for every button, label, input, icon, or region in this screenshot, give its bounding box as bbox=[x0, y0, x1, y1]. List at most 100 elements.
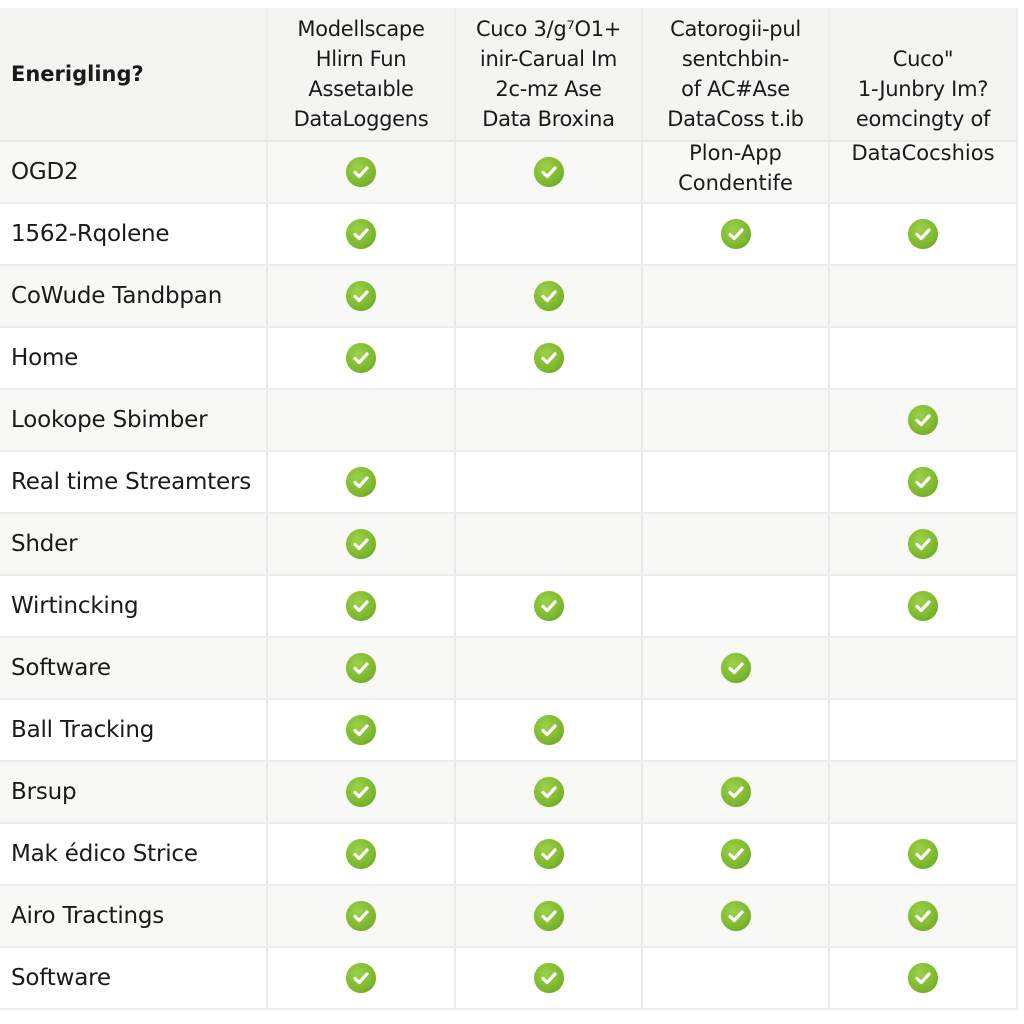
header-cell-col1: Modellscape Hlirn Fun Assetaıble DataLoggen… bbox=[268, 8, 456, 140]
check-cell bbox=[830, 638, 1018, 698]
table-row: Wirtincking bbox=[0, 576, 1018, 638]
header-line: inir-Carual Im bbox=[479, 47, 618, 71]
check-circle-icon bbox=[533, 963, 564, 993]
header-line: Condentife bbox=[678, 171, 793, 195]
check-cell bbox=[268, 390, 456, 450]
check-cell bbox=[830, 452, 1018, 512]
header-line: DataLoggens bbox=[293, 107, 429, 131]
check-cell bbox=[268, 762, 456, 822]
check-cell bbox=[830, 514, 1018, 574]
row-label-cell: Software bbox=[0, 948, 268, 1008]
table-row: Software bbox=[0, 638, 1018, 700]
check-circle-icon bbox=[720, 777, 751, 807]
row-label: Ball Tracking bbox=[11, 717, 155, 743]
check-cell bbox=[643, 390, 830, 450]
row-label: Software bbox=[11, 655, 111, 681]
check-circle-icon bbox=[346, 963, 376, 993]
check-circle-icon bbox=[533, 777, 564, 807]
check-cell bbox=[830, 886, 1018, 946]
check-cell bbox=[830, 948, 1018, 1008]
table-row: Shder bbox=[0, 514, 1018, 576]
check-circle-icon bbox=[908, 963, 938, 993]
check-cell bbox=[643, 266, 830, 326]
check-cell bbox=[643, 948, 830, 1008]
check-circle-icon bbox=[533, 281, 564, 311]
table-row: Airo Tractings bbox=[0, 886, 1018, 948]
row-label: Mak édico Strice bbox=[11, 841, 198, 867]
header-line: Modellscape bbox=[297, 17, 425, 41]
row-label: Software bbox=[11, 965, 111, 991]
header-col2-label: Cuco 3/g⁷O1+ inir-Carual Im 2c-mz Ase Data … bbox=[476, 14, 621, 134]
check-circle-icon bbox=[908, 529, 938, 559]
check-cell bbox=[830, 204, 1018, 264]
check-circle-icon bbox=[908, 591, 938, 621]
check-cell bbox=[268, 204, 456, 264]
row-label-cell: Home bbox=[0, 328, 268, 388]
header-line: eomcingty of bbox=[855, 107, 991, 131]
check-cell bbox=[268, 576, 456, 636]
check-cell bbox=[456, 204, 643, 264]
check-cell bbox=[268, 824, 456, 884]
check-cell bbox=[268, 452, 456, 512]
header-col4-overflow: DataCocshios bbox=[851, 141, 995, 165]
check-circle-icon bbox=[346, 901, 376, 931]
header-line: Plon-App bbox=[689, 141, 782, 165]
table-row: 1562-Rqolene bbox=[0, 204, 1018, 266]
check-cell bbox=[643, 576, 830, 636]
table-row: Home bbox=[0, 328, 1018, 390]
header-col4-label: Cuco" 1-Junbry Im? eomcingty of bbox=[855, 44, 991, 134]
check-circle-icon bbox=[346, 529, 376, 559]
check-circle-icon bbox=[346, 591, 376, 621]
check-cell bbox=[830, 266, 1018, 326]
row-label-cell: Brsup bbox=[0, 762, 268, 822]
table-row: Software bbox=[0, 948, 1018, 1010]
table-row: Lookope Sbimber bbox=[0, 390, 1018, 452]
table-row: CoWude Tandbpan bbox=[0, 266, 1018, 328]
header-col3-overflow: Plon-App Condentife bbox=[643, 138, 828, 198]
check-cell bbox=[830, 390, 1018, 450]
check-cell bbox=[830, 576, 1018, 636]
check-cell bbox=[456, 700, 643, 760]
check-cell bbox=[268, 638, 456, 698]
check-cell bbox=[643, 514, 830, 574]
row-label: 1562-Rqolene bbox=[11, 221, 170, 247]
check-circle-icon bbox=[720, 653, 751, 683]
check-cell bbox=[268, 948, 456, 1008]
check-cell bbox=[268, 886, 456, 946]
check-circle-icon bbox=[533, 839, 564, 869]
header-line: Catorogii-pul bbox=[670, 17, 801, 41]
row-label-cell: Lookope Sbimber bbox=[0, 390, 268, 450]
table-row: Brsup bbox=[0, 762, 1018, 824]
row-label-cell: CoWude Tandbpan bbox=[0, 266, 268, 326]
check-circle-icon bbox=[346, 467, 376, 497]
check-circle-icon bbox=[346, 281, 376, 311]
header-col3-label: Catorogii-pul sentchbin-of AC#Ase DataCoss… bbox=[667, 14, 804, 134]
check-circle-icon bbox=[346, 839, 376, 869]
check-cell bbox=[268, 328, 456, 388]
check-circle-icon bbox=[346, 157, 376, 187]
check-circle-icon bbox=[346, 715, 376, 745]
header-line: sentchbin- bbox=[681, 47, 790, 71]
check-circle-icon bbox=[346, 653, 376, 683]
check-cell bbox=[456, 390, 643, 450]
row-label: Shder bbox=[11, 531, 78, 557]
header-line: Hlirn Fun bbox=[315, 47, 407, 71]
check-cell bbox=[643, 824, 830, 884]
check-circle-icon bbox=[720, 219, 751, 249]
check-cell bbox=[643, 762, 830, 822]
header-line: 1-Junbry Im? bbox=[857, 77, 989, 101]
check-cell bbox=[830, 328, 1018, 388]
check-cell bbox=[643, 638, 830, 698]
check-cell bbox=[456, 328, 643, 388]
table-body: OGD2 Plon-App Condentife DataCocshios 1562-R… bbox=[0, 141, 1018, 1010]
header-cell-col4: Cuco" 1-Junbry Im? eomcingty of bbox=[830, 8, 1018, 140]
check-circle-icon bbox=[346, 777, 376, 807]
header-line: Data Broxina bbox=[482, 107, 615, 131]
check-circle-icon bbox=[533, 157, 564, 187]
check-circle-icon bbox=[720, 839, 751, 869]
check-circle-icon bbox=[908, 467, 938, 497]
check-cell bbox=[643, 700, 830, 760]
check-cell bbox=[830, 824, 1018, 884]
check-circle-icon bbox=[908, 219, 938, 249]
header-cell-col2: Cuco 3/g⁷O1+ inir-Carual Im 2c-mz Ase Data … bbox=[456, 8, 643, 140]
